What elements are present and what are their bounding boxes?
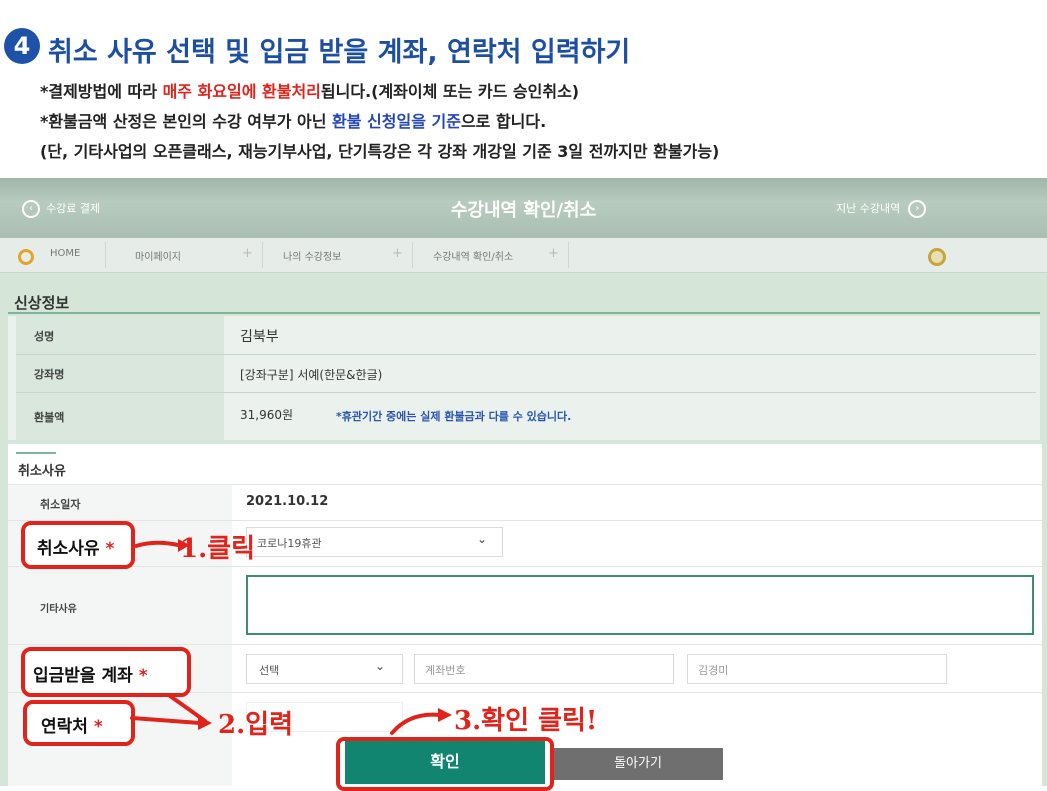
arrowhead-icon: [438, 708, 452, 722]
annotation-step-2: 2.입력: [218, 710, 293, 740]
arrow-to-confirm: [390, 712, 442, 735]
arrow-to-click: [134, 540, 180, 548]
arrowhead-icon: [198, 716, 212, 730]
annotation-step-3: 3.확인 클릭!: [454, 706, 598, 736]
annotation-step-1: 1.클릭: [180, 534, 255, 564]
annotation-arrows: [130, 539, 452, 735]
arrow-contact-to-input: [130, 716, 202, 725]
